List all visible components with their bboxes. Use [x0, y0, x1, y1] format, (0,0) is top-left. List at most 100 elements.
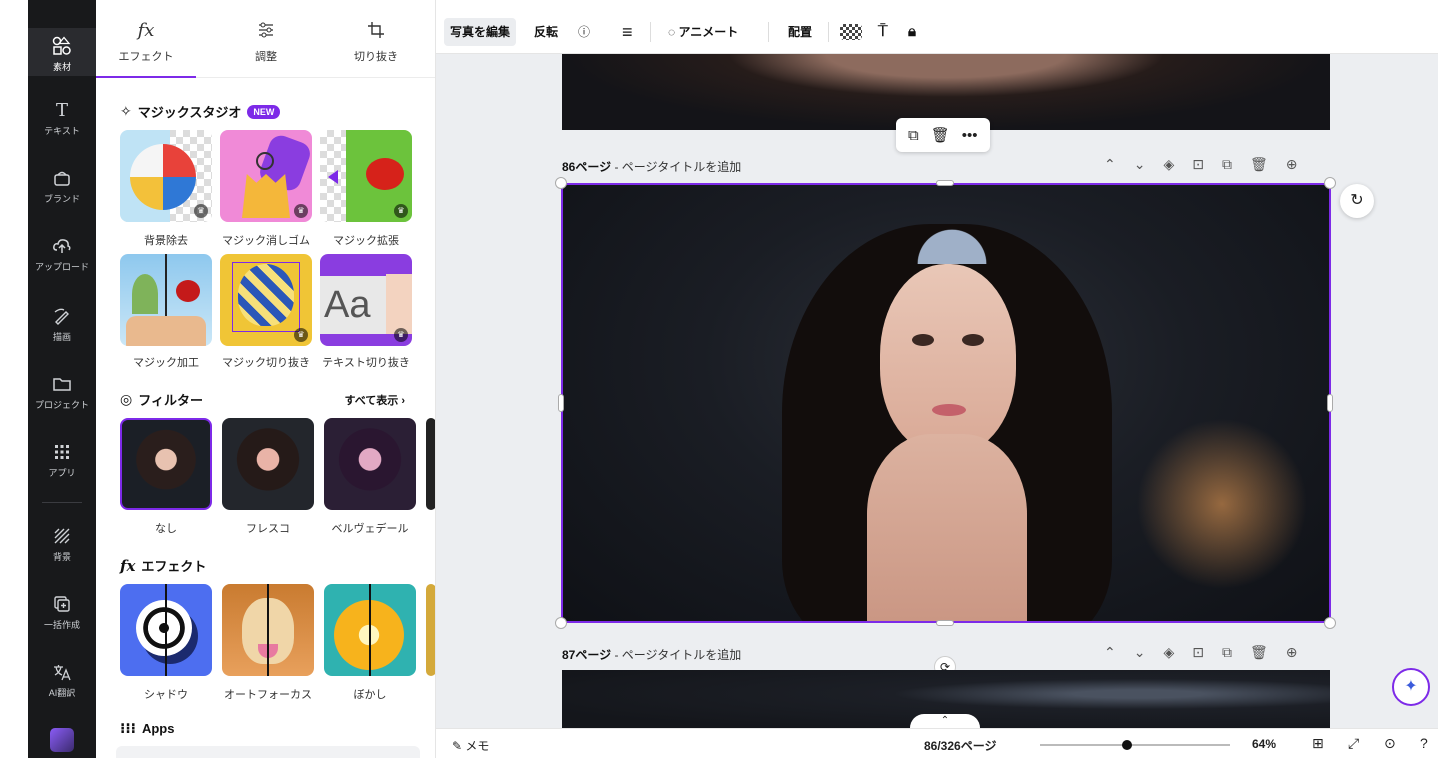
brand-icon: [54, 171, 70, 186]
resize-handle-top[interactable]: [936, 180, 954, 186]
effect-autofocus[interactable]: [222, 584, 314, 676]
rail-item-projects[interactable]: プロジェクト: [28, 374, 96, 411]
rail-item-text[interactable]: T テキスト: [28, 100, 96, 137]
zoom-slider[interactable]: [1040, 740, 1230, 750]
refresh-comment-icon[interactable]: ↻: [1340, 184, 1374, 218]
more-icon[interactable]: •••: [962, 127, 978, 144]
section-title-text: フィルター: [138, 393, 203, 408]
section-title-text: Apps: [141, 721, 175, 736]
tool-label: 背景除去: [144, 235, 188, 247]
chevron-down-icon[interactable]: ⌄: [1134, 644, 1146, 661]
trash-icon[interactable]: 🗑︎: [931, 126, 950, 144]
collapse-pages-toggle[interactable]: ⌃: [910, 714, 980, 728]
tool-label: マジック切り抜き: [222, 357, 310, 369]
chevron-down-icon[interactable]: ⌄: [1134, 156, 1146, 173]
tab-adjust[interactable]: 調整: [216, 20, 316, 64]
page-87-label[interactable]: 87ページ - ページタイトルを追加: [562, 646, 741, 663]
trash-icon[interactable]: 🗑︎: [1250, 156, 1268, 173]
check-circle-icon[interactable]: ⊙: [1384, 735, 1396, 752]
border-style-icon[interactable]: ≡: [616, 18, 639, 46]
chevron-up-icon[interactable]: ⌃: [1104, 156, 1116, 173]
page-counter[interactable]: 86/326ページ: [924, 737, 996, 754]
filter-none[interactable]: [120, 418, 212, 510]
rail-item-bulk-create[interactable]: 一括作成: [28, 594, 96, 631]
rail-item-brand[interactable]: ブランド: [28, 168, 96, 205]
effect-blur[interactable]: [324, 584, 416, 676]
page-number: 86ページ: [562, 160, 612, 174]
see-all-filters-link[interactable]: すべて表示 ›: [344, 392, 405, 408]
effect-label: シャドウ: [144, 689, 188, 701]
help-icon[interactable]: ?: [1420, 735, 1428, 751]
grid-view-icon[interactable]: ⊞: [1312, 735, 1324, 752]
edit-photo-button[interactable]: 写真を編集: [444, 18, 517, 46]
rail-item-draw[interactable]: 描画: [28, 306, 96, 343]
filters-heading: ◎ フィルター: [120, 390, 203, 409]
draw-icon: [54, 308, 69, 325]
add-page-icon[interactable]: ⊕: [1286, 644, 1298, 661]
resize-handle-bottom-left[interactable]: [555, 617, 567, 629]
magic-tool-grab[interactable]: ♛: [220, 254, 312, 346]
zoom-slider-knob[interactable]: [1122, 740, 1133, 750]
flip-button[interactable]: 反転: [528, 18, 564, 46]
transparency-icon[interactable]: [840, 24, 862, 40]
duplicate-page-icon[interactable]: ⧉: [1222, 644, 1232, 661]
rail-item-background[interactable]: 背景: [28, 526, 96, 563]
notes-label: メモ: [465, 739, 490, 753]
page-86-label[interactable]: 86ページ - ページタイトルを追加: [562, 158, 741, 175]
apps-search-field[interactable]: [116, 746, 420, 758]
resize-handle-left[interactable]: [558, 394, 564, 412]
trash-icon[interactable]: 🗑︎: [1250, 644, 1268, 661]
tool-label: マジック消しゴム: [222, 235, 310, 247]
magic-tool-edit[interactable]: [120, 254, 212, 346]
toolbar-divider: [650, 22, 651, 42]
tab-label: 調整: [255, 51, 277, 63]
lock-icon[interactable]: ⊡: [1192, 156, 1204, 173]
filter-label: ベルヴェデール: [331, 523, 409, 535]
notes-button[interactable]: ✎ メモ: [452, 737, 489, 754]
magic-tool-eraser[interactable]: ♛: [220, 130, 312, 222]
lock-icon[interactable]: ⊡: [1192, 644, 1204, 661]
lock-icon[interactable]: 🔒︎: [902, 18, 922, 46]
magic-tool-expand[interactable]: ♛: [320, 130, 412, 222]
add-page-icon[interactable]: ⊕: [1286, 156, 1298, 173]
tab-effects[interactable]: fx エフェクト: [96, 20, 196, 78]
position-button[interactable]: 配置: [782, 18, 818, 46]
info-icon[interactable]: ⓘ: [572, 18, 596, 46]
magic-tool-bg-remove[interactable]: ♛: [120, 130, 212, 222]
text-icon: T: [55, 100, 68, 121]
magic-assistant-icon[interactable]: ✦: [1392, 668, 1430, 706]
resize-handle-top-right[interactable]: [1324, 177, 1336, 189]
filter-more[interactable]: [426, 418, 435, 510]
page-title-placeholder: - ページタイトルを追加: [611, 160, 742, 174]
app-thumbnail-icon[interactable]: [50, 728, 74, 752]
paint-roller-icon[interactable]: ⍑: [872, 18, 894, 46]
resize-handle-bottom[interactable]: [936, 620, 954, 626]
fullscreen-icon[interactable]: ⤢: [1348, 735, 1359, 752]
panel-tabs: fx エフェクト 調整 切り抜き: [96, 10, 435, 78]
chevron-up-icon[interactable]: ⌃: [1104, 644, 1116, 661]
rail-item-ai-translate[interactable]: AI翻訳: [28, 662, 96, 699]
resize-handle-bottom-right[interactable]: [1324, 617, 1336, 629]
tab-crop[interactable]: 切り抜き: [326, 20, 426, 64]
rail-label: ブランド: [43, 194, 80, 204]
rail-item-apps[interactable]: アプリ: [28, 442, 96, 479]
tool-label: マジック拡張: [333, 235, 399, 247]
magic-tool-text-grab[interactable]: Aa ♛: [320, 254, 412, 346]
hide-eye-icon[interactable]: ◈: [1163, 156, 1174, 173]
resize-handle-right[interactable]: [1327, 394, 1333, 412]
rail-item-upload[interactable]: アップロード: [28, 236, 96, 273]
effect-shadow[interactable]: [120, 584, 212, 676]
rail-item-elements[interactable]: 素材: [28, 28, 96, 76]
selection-frame: [561, 183, 1331, 623]
duplicate-icon[interactable]: ⧉: [908, 127, 919, 144]
filter-fresco[interactable]: [222, 418, 314, 510]
resize-handle-top-left[interactable]: [555, 177, 567, 189]
zoom-level[interactable]: 64%: [1252, 737, 1276, 751]
page-number: 87ページ: [562, 648, 612, 662]
rail-label: 素材: [52, 62, 71, 72]
duplicate-page-icon[interactable]: ⧉: [1222, 156, 1232, 173]
filter-belvedere[interactable]: [324, 418, 416, 510]
animate-button[interactable]: ◌ アニメート: [662, 18, 744, 46]
effect-more[interactable]: [426, 584, 435, 676]
hide-eye-icon[interactable]: ◈: [1163, 644, 1174, 661]
